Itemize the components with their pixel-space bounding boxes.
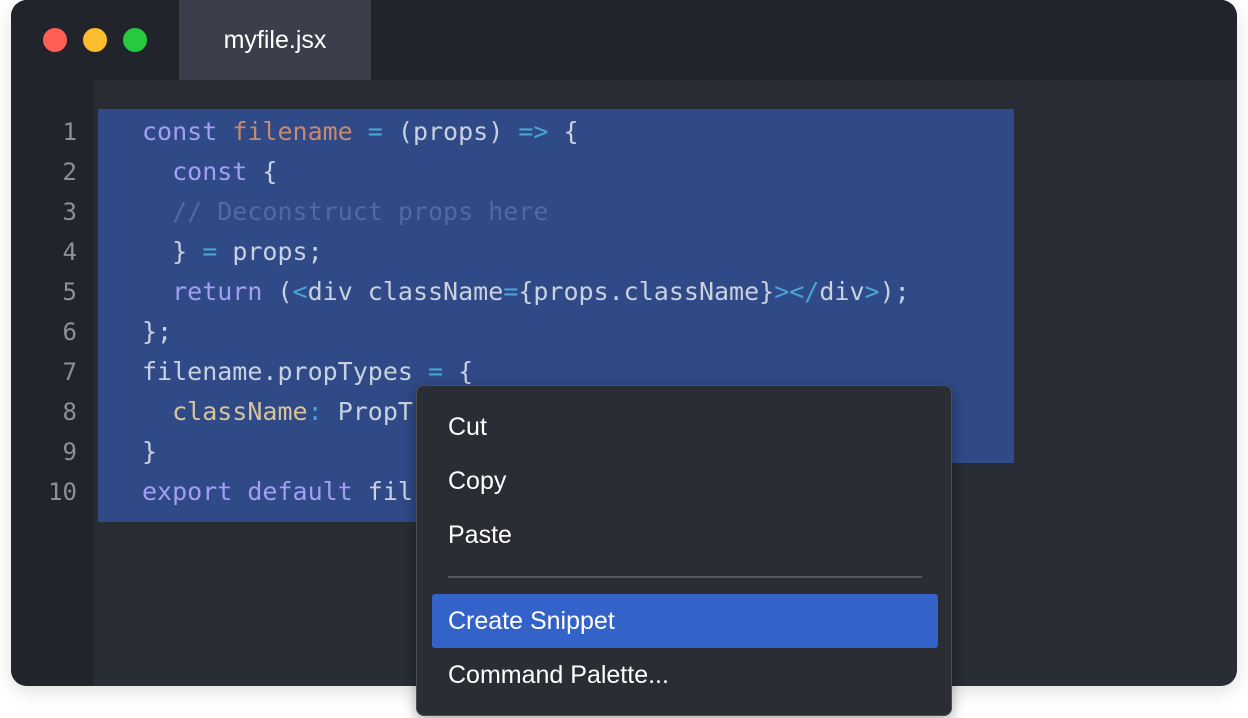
line-number: 1 xyxy=(62,118,77,146)
line-number: 10 xyxy=(48,478,77,506)
code-token: { xyxy=(262,157,278,186)
code-line[interactable]: className: PropT xyxy=(142,392,413,432)
code-token: { xyxy=(443,357,474,386)
code-token: // Deconstruct props here xyxy=(142,197,549,226)
code-line[interactable]: const { xyxy=(142,152,277,192)
code-token: => xyxy=(518,117,549,146)
code-token: ></ xyxy=(774,277,820,306)
code-token: { xyxy=(548,117,579,146)
line-number: 3 xyxy=(62,198,77,226)
code-token: = xyxy=(503,277,519,306)
code-token: className xyxy=(142,397,308,426)
code-token: } xyxy=(142,437,158,466)
menu-item-command-palette[interactable]: Command Palette... xyxy=(432,648,938,702)
code-line[interactable]: } = props; xyxy=(142,232,323,272)
code-token: div xyxy=(819,277,865,306)
code-token: }; xyxy=(142,317,173,346)
code-token: = xyxy=(202,237,218,266)
code-token: ); xyxy=(879,277,910,306)
menu-separator xyxy=(448,576,922,578)
code-token: export default xyxy=(142,477,368,506)
menu-item-paste[interactable]: Paste xyxy=(432,508,938,562)
code-token: const xyxy=(142,117,233,146)
code-token: filename.propTypes xyxy=(142,357,428,386)
line-number: 5 xyxy=(62,278,77,306)
line-number: 2 xyxy=(62,158,77,186)
code-token: (props) xyxy=(397,117,519,146)
line-number: 7 xyxy=(62,358,77,386)
code-token: : xyxy=(307,397,338,426)
code-line[interactable]: export default fil xyxy=(142,472,413,512)
line-number: 4 xyxy=(62,238,77,266)
close-window-button[interactable] xyxy=(43,28,67,52)
code-token: > xyxy=(864,277,880,306)
minimize-window-button[interactable] xyxy=(83,28,107,52)
code-token: fil xyxy=(367,477,413,506)
code-token: const xyxy=(142,157,263,186)
code-token: < xyxy=(292,277,308,306)
code-token: ( xyxy=(277,277,293,306)
file-tab[interactable]: myfile.jsx xyxy=(179,0,371,80)
line-number: 8 xyxy=(62,398,77,426)
code-token: div className xyxy=(307,277,504,306)
title-bar: myfile.jsx xyxy=(11,0,1237,80)
code-line[interactable]: } xyxy=(142,432,157,472)
line-number: 9 xyxy=(62,438,77,466)
context-menu: Cut Copy Paste Create Snippet Command Pa… xyxy=(416,385,952,716)
menu-item-create-snippet[interactable]: Create Snippet xyxy=(432,594,938,648)
code-token: filename xyxy=(232,117,353,146)
maximize-window-button[interactable] xyxy=(123,28,147,52)
menu-item-copy[interactable]: Copy xyxy=(432,454,938,508)
code-token: } xyxy=(142,237,203,266)
code-line[interactable]: return (<div className={props.className}… xyxy=(142,272,910,312)
code-token: = xyxy=(427,357,444,386)
code-line[interactable]: // Deconstruct props here xyxy=(142,192,548,232)
code-line[interactable]: }; xyxy=(142,312,172,352)
code-token: return xyxy=(142,277,278,306)
code-token: props; xyxy=(217,237,323,266)
code-token: PropT xyxy=(337,397,413,426)
code-line[interactable]: const filename = (props) => { xyxy=(142,112,579,152)
code-token: {props.className} xyxy=(518,277,775,306)
code-token: = xyxy=(352,117,398,146)
menu-item-cut[interactable]: Cut xyxy=(432,400,938,454)
line-number: 6 xyxy=(62,318,77,346)
